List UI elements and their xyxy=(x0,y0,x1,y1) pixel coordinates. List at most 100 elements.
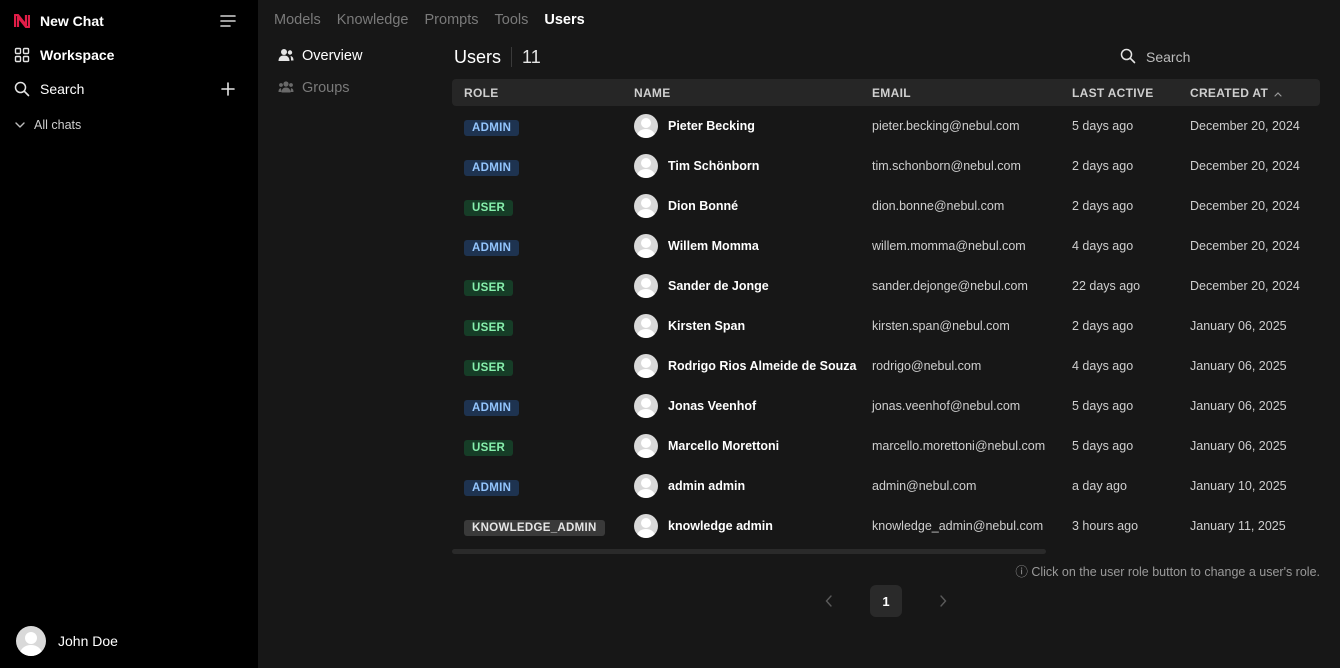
search-icon xyxy=(1120,48,1136,67)
name-cell: admin admin xyxy=(634,474,745,498)
prev-page-button[interactable] xyxy=(820,585,838,617)
search-row[interactable]: Search xyxy=(12,75,246,103)
role-badge-button[interactable]: USER xyxy=(464,320,514,336)
role-badge-button[interactable]: USER xyxy=(464,200,514,216)
role-cell: ADMIN xyxy=(464,478,520,496)
user-search xyxy=(1120,46,1320,68)
avatar xyxy=(16,626,46,656)
user-email: knowledge_admin@nebul.com xyxy=(872,519,1044,533)
tab-prompts[interactable]: Prompts xyxy=(425,12,479,28)
tab-users[interactable]: Users xyxy=(544,12,584,28)
role-badge-button[interactable]: USER xyxy=(464,280,514,296)
sidebar-toggle-icon[interactable] xyxy=(218,11,238,31)
last-active: 5 days ago xyxy=(1072,119,1134,133)
sort-asc-icon xyxy=(1274,86,1282,100)
created-at: January 06, 2025 xyxy=(1190,439,1287,453)
brand-logo-icon xyxy=(12,11,32,31)
user-name: knowledge admin xyxy=(668,519,773,533)
table-row: KNOWLEDGE_ADMIN knowledge admin knowledge_… xyxy=(452,506,1320,546)
workspace-label: Workspace xyxy=(40,47,115,63)
name-cell: Rodrigo Rios Almeide de Souza xyxy=(634,354,856,378)
role-badge-button[interactable]: KNOWLEDGE_ADMIN xyxy=(464,520,605,536)
name-cell: Dion Bonné xyxy=(634,194,738,218)
role-cell: KNOWLEDGE_ADMIN xyxy=(464,518,605,536)
header-last-active[interactable]: LAST ACTIVE xyxy=(1072,86,1154,100)
users-table: ROLE NAME EMAIL LAST ACTIVE CREATED AT A… xyxy=(452,79,1320,546)
page-title: Users xyxy=(454,46,502,67)
table-row: ADMIN Tim Schönborn tim.schonborn@nebul.co… xyxy=(452,146,1320,186)
last-active: a day ago xyxy=(1072,479,1127,493)
user-menu[interactable]: John Doe xyxy=(16,626,118,656)
last-active: 5 days ago xyxy=(1072,399,1134,413)
subnav-overview-label: Overview xyxy=(302,48,363,64)
all-chats-toggle[interactable]: All chats xyxy=(12,111,246,139)
search-icon xyxy=(12,79,32,99)
role-change-hint: ⓘ Click on the user role button to chang… xyxy=(1015,565,1320,579)
role-cell: ADMIN xyxy=(464,118,520,136)
role-badge-button[interactable]: USER xyxy=(464,440,514,456)
users-header: Users 11 xyxy=(454,46,541,68)
last-active: 3 hours ago xyxy=(1072,519,1139,533)
page-button-current[interactable]: 1 xyxy=(870,585,902,617)
search-input[interactable] xyxy=(1146,49,1306,65)
user-email: sander.dejonge@nebul.com xyxy=(872,279,1028,293)
search-label: Search xyxy=(40,81,85,97)
avatar xyxy=(634,274,658,298)
table-header: ROLE NAME EMAIL LAST ACTIVE CREATED AT xyxy=(452,79,1320,106)
user-name: Sander de Jonge xyxy=(668,279,769,293)
table-row: USER Sander de Jonge sander.dejonge@nebul.… xyxy=(452,266,1320,306)
role-cell: USER xyxy=(464,358,514,376)
table-row: USER Rodrigo Rios Almeide de Souza rodrigo… xyxy=(452,346,1320,386)
user-email: dion.bonne@nebul.com xyxy=(872,199,1005,213)
last-active: 2 days ago xyxy=(1072,199,1134,213)
table-row: USER Kirsten Span kirsten.span@nebul.com 2 … xyxy=(452,306,1320,346)
header-created-at[interactable]: CREATED AT xyxy=(1190,86,1282,100)
all-chats-label: All chats xyxy=(34,118,82,132)
header-email[interactable]: EMAIL xyxy=(872,86,911,100)
avatar xyxy=(634,114,658,138)
avatar xyxy=(634,474,658,498)
chevron-down-icon xyxy=(12,117,28,133)
subnav-groups[interactable]: Groups xyxy=(278,78,438,98)
user-name: Tim Schönborn xyxy=(668,159,760,173)
chevron-left-icon xyxy=(825,595,832,607)
plus-icon[interactable] xyxy=(218,79,238,99)
table-row: ADMIN Pieter Becking pieter.becking@nebul.… xyxy=(452,106,1320,146)
role-badge-button[interactable]: ADMIN xyxy=(464,120,520,136)
created-at: January 06, 2025 xyxy=(1190,399,1287,413)
role-cell: ADMIN xyxy=(464,158,520,176)
avatar xyxy=(634,194,658,218)
workspace-row[interactable]: Workspace xyxy=(12,41,246,69)
tab-knowledge[interactable]: Knowledge xyxy=(337,12,409,28)
users-icon xyxy=(278,48,294,65)
next-page-button[interactable] xyxy=(934,585,952,617)
user-count: 11 xyxy=(522,46,541,67)
user-email: marcello.morettoni@nebul.com xyxy=(872,439,1046,453)
workspace-tabs: Models Knowledge Prompts Tools Users xyxy=(274,12,585,28)
header-divider xyxy=(511,47,513,67)
new-chat-row[interactable]: New Chat xyxy=(12,7,246,35)
subnav-overview[interactable]: Overview xyxy=(278,46,438,66)
grid-icon xyxy=(12,45,32,65)
table-row: ADMIN Jonas Veenhof jonas.veenhof@nebul.co… xyxy=(452,386,1320,426)
last-active: 2 days ago xyxy=(1072,159,1134,173)
sidebar: New Chat Workspace Search All chats John… xyxy=(0,0,258,668)
chevron-right-icon xyxy=(940,595,947,607)
avatar xyxy=(634,434,658,458)
last-active: 4 days ago xyxy=(1072,359,1134,373)
table-row: ADMIN admin admin admin@nebul.com a day ago… xyxy=(452,466,1320,506)
last-active: 22 days ago xyxy=(1072,279,1141,293)
role-badge-button[interactable]: USER xyxy=(464,360,514,376)
name-cell: Jonas Veenhof xyxy=(634,394,756,418)
header-name[interactable]: NAME xyxy=(634,86,671,100)
tab-tools[interactable]: Tools xyxy=(495,12,529,28)
role-badge-button[interactable]: ADMIN xyxy=(464,160,520,176)
horizontal-scrollbar[interactable] xyxy=(452,549,1046,554)
role-badge-button[interactable]: ADMIN xyxy=(464,240,520,256)
user-email: willem.momma@nebul.com xyxy=(872,239,1026,253)
role-badge-button[interactable]: ADMIN xyxy=(464,400,520,416)
role-badge-button[interactable]: ADMIN xyxy=(464,480,520,496)
role-cell: USER xyxy=(464,318,514,336)
tab-models[interactable]: Models xyxy=(274,12,321,28)
header-role[interactable]: ROLE xyxy=(464,86,499,100)
